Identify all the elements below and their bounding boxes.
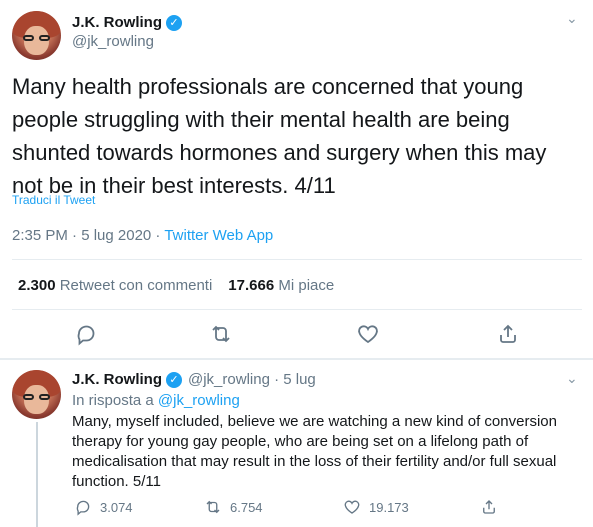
main-tweet: J.K. Rowling ✓ @jk_rowling ⌄ Many health…: [0, 0, 593, 358]
reply-context: In risposta a @jk_rowling: [72, 392, 240, 409]
tweet-body: Many, myself included, believe we are wa…: [72, 413, 557, 490]
divider: [12, 309, 582, 310]
retweet-icon: [206, 500, 220, 514]
author-handle[interactable]: @jk_rowling · 5 lug: [188, 371, 316, 388]
translate-link[interactable]: Traduci il Tweet: [12, 193, 95, 207]
retweet-action[interactable]: 6.754: [204, 498, 263, 516]
reply-target-link[interactable]: @jk_rowling: [158, 392, 240, 409]
author-name[interactable]: J.K. Rowling: [72, 14, 162, 31]
author-handle[interactable]: @jk_rowling: [72, 33, 154, 50]
reply-count: 3.074: [100, 499, 133, 515]
likes-stat[interactable]: 17.666 Mi piace: [228, 277, 334, 294]
heart-icon: [344, 500, 360, 514]
retweet-icon[interactable]: [209, 322, 233, 346]
verified-badge-icon: ✓: [166, 372, 182, 388]
retweet-count: 6.754: [230, 499, 263, 515]
chevron-down-icon[interactable]: ⌄: [566, 370, 578, 387]
share-icon[interactable]: [496, 322, 520, 346]
share-action[interactable]: [480, 498, 498, 516]
verified-badge-icon: ✓: [166, 15, 182, 31]
thread-line: [36, 422, 38, 527]
author-name[interactable]: J.K. Rowling: [72, 371, 162, 388]
avatar[interactable]: [12, 11, 61, 60]
tweet-stats: 2.300 Retweet con commenti 17.666 Mi piac…: [18, 277, 334, 294]
reply-icon: [76, 500, 90, 516]
reply-icon[interactable]: [74, 322, 98, 346]
tweet-timestamp[interactable]: 2:35 PM · 5 lug 2020 ·: [12, 227, 164, 244]
reply-action[interactable]: 3.074: [74, 498, 133, 516]
share-icon: [483, 500, 495, 514]
like-action[interactable]: 19.173: [343, 498, 409, 516]
heart-icon[interactable]: [356, 322, 380, 346]
retweets-stat[interactable]: 2.300 Retweet con commenti: [18, 277, 212, 294]
tweet-body: Many health professionals are concerned …: [12, 74, 547, 198]
tweet-meta: 2:35 PM · 5 lug 2020 · Twitter Web App: [12, 227, 273, 244]
tweet-source-app[interactable]: Twitter Web App: [164, 227, 273, 244]
avatar[interactable]: [12, 370, 61, 419]
chevron-down-icon[interactable]: ⌄: [566, 10, 578, 27]
divider: [12, 259, 582, 260]
like-count: 19.173: [369, 499, 409, 515]
tweet-separator: [0, 358, 593, 360]
